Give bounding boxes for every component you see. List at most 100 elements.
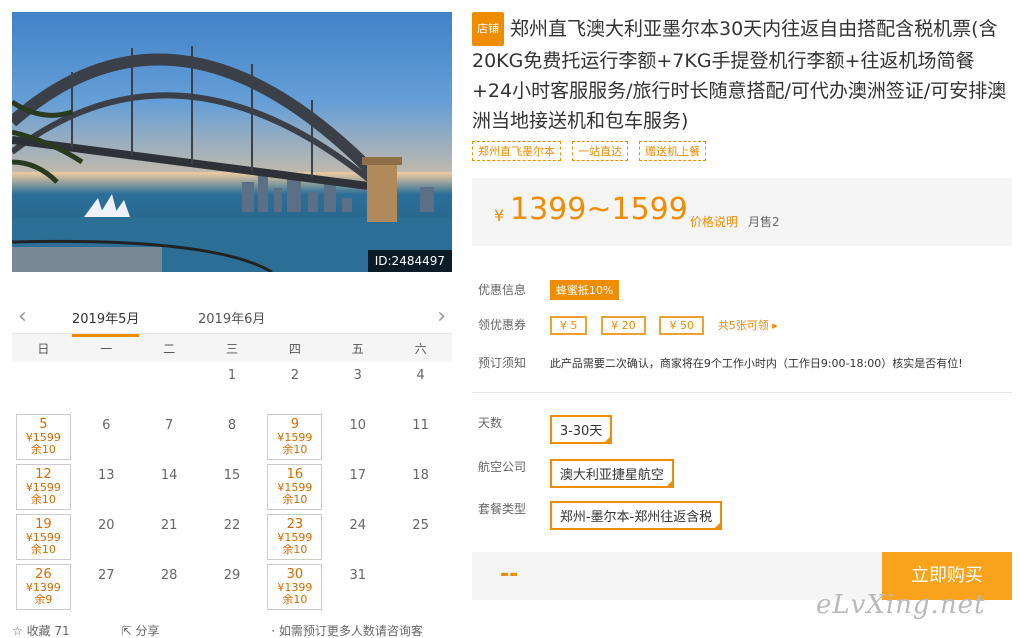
calendar-day-available[interactable]: 12 ¥1599 余10 <box>16 464 71 510</box>
tab-month-may[interactable]: 2019年5月 <box>72 308 140 337</box>
calendar-day <box>75 362 138 412</box>
calendar-day: 17 <box>326 462 389 512</box>
product-info: 店铺 郑州直飞澳大利亚墨尔本30天内往返自由搭配含税机票(含20KG免费托运行李额… <box>472 12 1012 162</box>
day-number: 26 <box>35 567 52 582</box>
product-tag: 赠送机上餐 <box>639 141 707 161</box>
weekday-header: 日 一 二 三 四 五 六 <box>12 334 452 362</box>
day-number: 15 <box>223 468 241 483</box>
calendar-day: 24 <box>326 512 389 562</box>
promo-row: 优惠信息 蜂蜜抵10% <box>478 280 620 300</box>
calendar-day: 21 <box>138 512 201 562</box>
day-stock: 余10 <box>282 543 308 556</box>
price-calendar: ‹ 2019年5月 2019年6月 › 日 一 二 三 四 五 六 1 2 3 4 5 ¥… <box>12 300 452 612</box>
weekday-label: 六 <box>414 341 427 356</box>
calendar-day: 29 <box>201 562 264 612</box>
calendar-day: 10 <box>326 412 389 462</box>
day-number: 2 <box>290 368 299 383</box>
day-number: 11 <box>412 418 429 433</box>
product-title-text: 郑州直飞澳大利亚墨尔本30天内往返自由搭配含税机票(含20KG免费托运行李额+7… <box>472 18 1007 132</box>
product-tag: 郑州直飞墨尔本 <box>472 141 561 161</box>
day-number: 10 <box>349 418 366 433</box>
calendar-day: 27 <box>75 562 138 612</box>
weekday-label: 五 <box>351 341 364 356</box>
share-label: 分享 <box>135 624 160 638</box>
day-number: 18 <box>412 468 429 483</box>
day-number: 3 <box>353 368 362 383</box>
day-stock: 余9 <box>34 593 53 606</box>
day-number: 12 <box>35 467 52 482</box>
coupon-50[interactable]: ¥ 50 <box>659 316 704 335</box>
calendar-day-available[interactable]: 26 ¥1399 余9 <box>16 564 71 610</box>
calendar-day-available[interactable]: 5 ¥1599 余10 <box>16 414 71 460</box>
calendar-day: 1 <box>201 362 264 412</box>
day-number: 24 <box>349 518 366 533</box>
total-price: -- <box>500 562 519 587</box>
monthly-sales: 月售2 <box>748 215 780 229</box>
product-tags: 郑州直飞墨尔本 一站直达 赠送机上餐 <box>472 140 1012 162</box>
day-number: 1 <box>227 368 237 383</box>
coupon-row: 领优惠券 ¥ 5 ¥ 20 ¥ 50 共5张可领 ▸ <box>478 316 778 335</box>
calendar-day-available[interactable]: 30 ¥1399 余10 <box>267 564 323 610</box>
day-number: 17 <box>349 468 366 483</box>
calendar-day: 20 <box>75 512 138 562</box>
day-number: 7 <box>164 418 174 433</box>
calendar-day: 11 <box>389 412 452 462</box>
day-number: 5 <box>39 417 48 432</box>
honey-discount-badge: 蜂蜜抵10% <box>549 280 620 300</box>
price-note-link[interactable]: 价格说明 <box>690 213 738 230</box>
product-photo[interactable]: ID:2484497 <box>12 12 452 272</box>
day-number: 13 <box>98 468 115 483</box>
chevron-left-icon[interactable]: ‹ <box>18 304 27 329</box>
day-stock: 余10 <box>282 443 308 456</box>
day-number: 29 <box>223 568 241 583</box>
day-number: 4 <box>416 368 425 383</box>
chevron-right-icon[interactable]: › <box>437 304 446 329</box>
divider <box>472 392 1012 393</box>
calendar-day: 25 <box>389 512 452 562</box>
calendar-day-available[interactable]: 19 ¥1599 余10 <box>16 514 71 560</box>
coupon-20[interactable]: ¥ 20 <box>601 316 646 335</box>
weekday-label: 三 <box>226 341 239 356</box>
shop-badge: 店铺 <box>472 12 504 46</box>
more-coupons-link[interactable]: 共5张可领 ▸ <box>718 319 778 332</box>
calendar-day <box>389 562 452 612</box>
calendar-day-available[interactable]: 23 ¥1599 余10 <box>267 514 323 560</box>
calendar-day: 18 <box>389 462 452 512</box>
coupon-label: 领优惠券 <box>478 318 527 332</box>
day-number: 20 <box>98 518 115 533</box>
calendar-day-available[interactable]: 9 ¥1599 余10 <box>267 414 323 460</box>
favorite-button[interactable]: ☆ 收藏 71 <box>12 624 94 638</box>
day-stock: 余10 <box>282 593 308 606</box>
calendar-day-available[interactable]: 16 ¥1599 余10 <box>267 464 323 510</box>
day-stock: 余10 <box>30 443 56 456</box>
day-number: 27 <box>98 568 115 583</box>
calendar-day: 15 <box>201 462 264 512</box>
weekday-label: 一 <box>100 341 113 356</box>
day-number: 19 <box>35 517 52 532</box>
package-option[interactable]: 郑州-墨尔本-郑州往返含税 <box>549 501 723 530</box>
airline-label: 航空公司 <box>478 460 527 474</box>
days-option[interactable]: 3-30天 <box>549 415 613 444</box>
day-number: 23 <box>286 517 304 532</box>
day-number: 9 <box>290 417 299 432</box>
airline-option[interactable]: 澳大利亚捷星航空 <box>549 459 674 488</box>
day-number: 6 <box>102 418 111 433</box>
calendar-day <box>12 362 75 412</box>
calendar-grid: 1 2 3 4 5 ¥1599 余10 6 7 8 9 ¥1599 余10 10 11 12 ¥1599 余10 1… <box>12 362 452 612</box>
tab-month-june[interactable]: 2019年6月 <box>198 308 265 327</box>
booking-notice: 此产品需要二次确认，商家将在9个工作小时内（工作日9:00-18:00）核实是否… <box>549 357 963 370</box>
calendar-day: 4 <box>389 362 452 412</box>
package-option-row: 套餐类型 郑州-墨尔本-郑州往返含税 <box>478 500 723 530</box>
calendar-day <box>138 362 201 412</box>
day-number: 21 <box>160 518 178 533</box>
notice-row: 预订须知 此产品需要二次确认，商家将在9个工作小时内（工作日9:00-18:00… <box>478 354 963 371</box>
product-title: 店铺 郑州直飞澳大利亚墨尔本30天内往返自由搭配含税机票(含20KG免费托运行李额… <box>472 12 1012 136</box>
watermark: eLvXing.net <box>816 590 986 620</box>
day-number: 8 <box>227 418 237 433</box>
product-tag: 一站直达 <box>572 141 629 161</box>
calendar-day: 14 <box>138 462 201 512</box>
package-label: 套餐类型 <box>478 502 527 516</box>
calendar-day: 8 <box>201 412 264 462</box>
coupon-5[interactable]: ¥ 5 <box>549 316 588 335</box>
share-button[interactable]: ⇱ 分享 <box>122 624 184 638</box>
